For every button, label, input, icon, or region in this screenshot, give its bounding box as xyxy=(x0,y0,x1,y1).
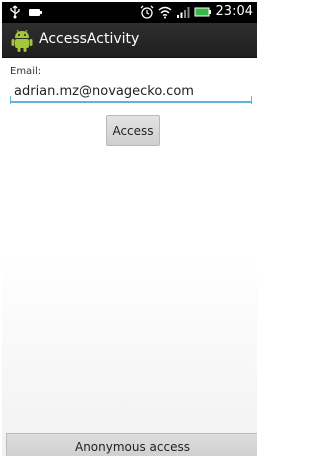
battery-icon xyxy=(194,7,211,17)
status-clock: 23:04 xyxy=(215,4,253,19)
access-button[interactable]: Access xyxy=(106,115,160,146)
android-icon[interactable] xyxy=(11,28,33,52)
battery-notification-icon xyxy=(29,9,42,16)
status-bar: 23:04 xyxy=(2,2,257,23)
app-title: AccessActivity xyxy=(39,31,140,47)
wifi-icon xyxy=(158,6,171,19)
action-bar: AccessActivity xyxy=(2,23,257,58)
anonymous-access-button[interactable]: Anonymous access xyxy=(6,433,257,456)
email-field[interactable] xyxy=(10,81,252,103)
phone-screen: 23:04 AccessActivity Email: Access Anony… xyxy=(2,2,257,456)
alarm-clock-icon xyxy=(140,5,153,19)
email-label: Email: xyxy=(10,66,42,77)
status-right-icons: 23:04 xyxy=(140,4,253,20)
status-left-icons xyxy=(8,5,42,19)
signal-icon xyxy=(176,7,190,18)
usb-icon xyxy=(10,5,20,19)
